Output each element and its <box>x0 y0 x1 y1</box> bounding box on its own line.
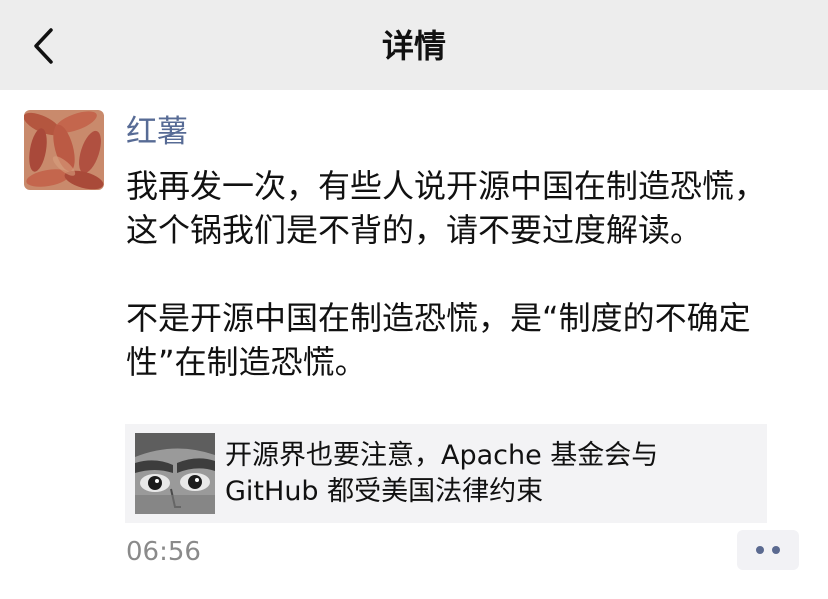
more-dots-icon <box>772 546 780 554</box>
post-body: 我再发一次，有些人说开源中国在制造恐慌，这个锅我们是不背的，请不要过度解读。 不… <box>126 164 786 384</box>
eyes-photo-image <box>135 433 215 514</box>
navigation-bar: 详情 <box>0 0 828 90</box>
author-name[interactable]: 红薯 <box>126 112 188 152</box>
sweet-potato-image <box>24 110 104 190</box>
post-paragraph: 不是开源中国在制造恐慌，是“制度的不确定性”在制造恐慌。 <box>126 299 751 381</box>
more-dots-icon <box>756 546 764 554</box>
avatar[interactable] <box>24 110 104 190</box>
link-title: 开源界也要注意，Apache 基金会与 GitHub 都受美国法律约束 <box>225 440 659 507</box>
more-actions-button[interactable] <box>737 530 799 570</box>
post-time: 06:56 <box>126 537 201 567</box>
post-paragraph: 我再发一次，有些人说开源中国在制造恐慌，这个锅我们是不背的，请不要过度解读。 <box>126 167 767 249</box>
shared-link-card[interactable]: 开源界也要注意，Apache 基金会与 GitHub 都受美国法律约束 <box>125 424 767 523</box>
page-title: 详情 <box>381 27 446 65</box>
link-thumbnail <box>135 433 215 514</box>
